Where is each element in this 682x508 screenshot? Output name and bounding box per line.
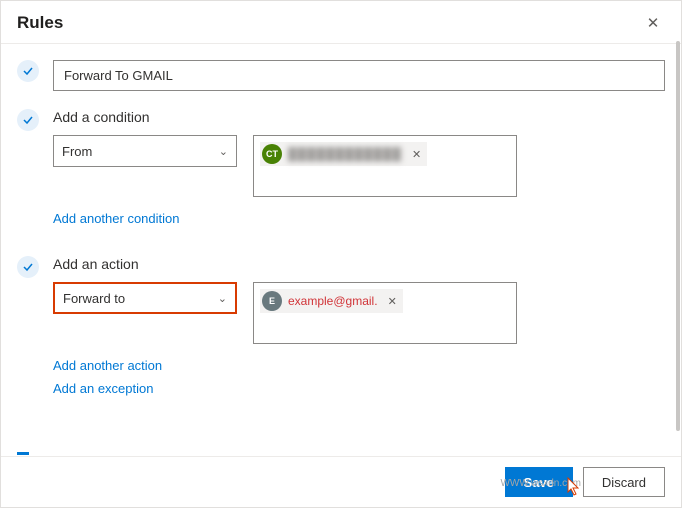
- action-value-input[interactable]: E example@gmail. ✕: [253, 282, 517, 344]
- rule-name-input[interactable]: [53, 60, 665, 91]
- condition-value-input[interactable]: CT ████████████ ✕: [253, 135, 517, 197]
- contact-email: example@gmail.: [288, 294, 378, 308]
- avatar: CT: [262, 144, 282, 164]
- dropdown-value: From: [62, 144, 92, 159]
- dialog-content: Add a condition From ⌄ CT ████████████ ✕: [1, 44, 681, 444]
- discard-button[interactable]: Discard: [583, 467, 665, 497]
- add-action-link[interactable]: Add another action: [53, 358, 665, 373]
- chevron-down-icon: ⌄: [218, 292, 227, 305]
- condition-type-dropdown[interactable]: From ⌄: [53, 135, 237, 167]
- dialog-footer: Save Discard: [1, 456, 681, 507]
- action-type-dropdown[interactable]: Forward to ⌄: [53, 282, 237, 314]
- chevron-down-icon: ⌄: [219, 145, 228, 158]
- dialog-title: Rules: [17, 13, 63, 33]
- dropdown-value: Forward to: [63, 291, 125, 306]
- condition-heading: Add a condition: [53, 109, 665, 125]
- close-icon: ✕: [647, 14, 660, 32]
- condition-section: Add a condition From ⌄ CT ████████████ ✕: [17, 109, 665, 226]
- save-button[interactable]: Save: [505, 467, 573, 497]
- remove-pill-icon[interactable]: ✕: [388, 295, 397, 308]
- step-complete-icon: [17, 256, 39, 278]
- add-exception-link[interactable]: Add an exception: [53, 381, 665, 396]
- action-section: Add an action Forward to ⌄ E example@gma…: [17, 256, 665, 396]
- contact-name: ████████████: [288, 147, 402, 161]
- avatar: E: [262, 291, 282, 311]
- contact-pill: CT ████████████ ✕: [260, 142, 427, 166]
- rule-name-row: [17, 60, 665, 91]
- condition-row: Add a condition From ⌄ CT ████████████ ✕: [17, 109, 665, 197]
- action-heading: Add an action: [53, 256, 665, 272]
- add-condition-link[interactable]: Add another condition: [53, 211, 665, 226]
- remove-pill-icon[interactable]: ✕: [412, 148, 421, 161]
- action-row: Add an action Forward to ⌄ E example@gma…: [17, 256, 665, 344]
- dialog-header: Rules ✕: [1, 1, 681, 44]
- contact-pill: E example@gmail. ✕: [260, 289, 403, 313]
- accent-bar: [17, 452, 29, 455]
- step-complete-icon: [17, 109, 39, 131]
- close-button[interactable]: ✕: [641, 11, 665, 35]
- step-complete-icon: [17, 60, 39, 82]
